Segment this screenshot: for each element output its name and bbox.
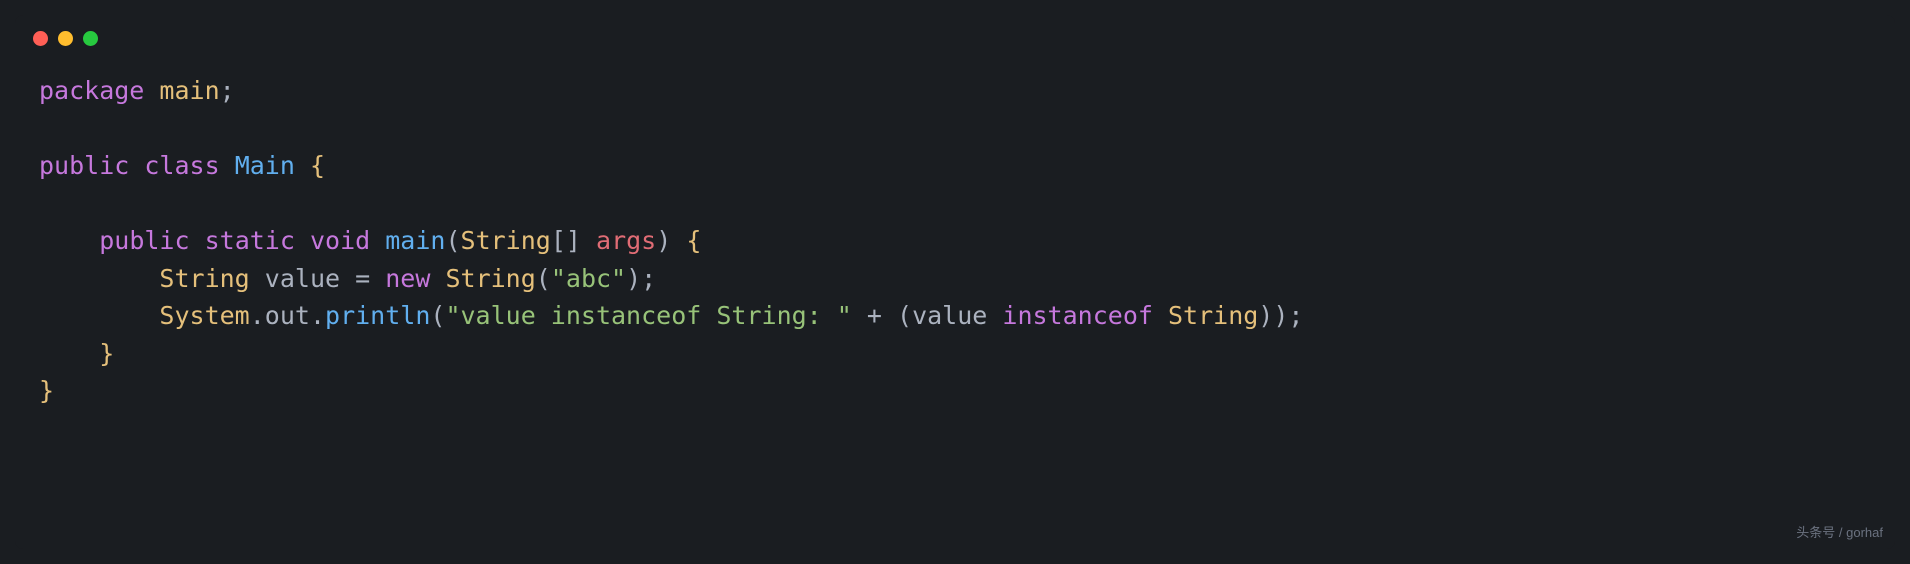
var-value: value xyxy=(912,301,987,330)
open-brace: { xyxy=(310,151,325,180)
class-name: Main xyxy=(235,151,295,180)
open-brace: { xyxy=(686,226,701,255)
lparen: ( xyxy=(897,301,912,330)
string-literal: "value instanceof String: " xyxy=(445,301,851,330)
semicolon: ; xyxy=(641,264,656,293)
rparen: ) xyxy=(626,264,641,293)
equals: = xyxy=(355,264,370,293)
lparen: ( xyxy=(536,264,551,293)
keyword-static: static xyxy=(205,226,295,255)
brackets: [] xyxy=(551,226,581,255)
var-value: value xyxy=(265,264,340,293)
type-string: String xyxy=(461,226,551,255)
dot: . xyxy=(310,301,325,330)
semicolon: ; xyxy=(220,76,235,105)
rparen: ) xyxy=(1273,301,1288,330)
ctor-string: String xyxy=(445,264,535,293)
lparen: ( xyxy=(445,226,460,255)
semicolon: ; xyxy=(1288,301,1303,330)
method-println: println xyxy=(325,301,430,330)
keyword-instanceof: instanceof xyxy=(1002,301,1153,330)
string-literal: "abc" xyxy=(551,264,626,293)
class-system: System xyxy=(159,301,249,330)
lparen: ( xyxy=(430,301,445,330)
package-name: main xyxy=(159,76,219,105)
keyword-void: void xyxy=(310,226,370,255)
method-main: main xyxy=(385,226,445,255)
keyword-package: package xyxy=(39,76,144,105)
keyword-new: new xyxy=(385,264,430,293)
rparen: ) xyxy=(1258,301,1273,330)
keyword-public: public xyxy=(99,226,189,255)
maximize-icon[interactable] xyxy=(83,31,98,46)
close-icon[interactable] xyxy=(33,31,48,46)
close-brace: } xyxy=(39,376,54,405)
minimize-icon[interactable] xyxy=(58,31,73,46)
watermark: 头条号 / gorhaf xyxy=(1796,522,1883,541)
type-string: String xyxy=(159,264,249,293)
dot: . xyxy=(250,301,265,330)
keyword-class: class xyxy=(144,151,219,180)
code-block: package main; public class Main { public… xyxy=(15,54,1895,428)
rparen: ) xyxy=(656,226,671,255)
plus: + xyxy=(867,301,882,330)
field-out: out xyxy=(265,301,310,330)
type-string: String xyxy=(1168,301,1258,330)
param-args: args xyxy=(596,226,656,255)
keyword-public: public xyxy=(39,151,129,180)
titlebar xyxy=(15,15,1895,54)
close-brace: } xyxy=(99,339,114,368)
code-window: package main; public class Main { public… xyxy=(15,15,1895,549)
